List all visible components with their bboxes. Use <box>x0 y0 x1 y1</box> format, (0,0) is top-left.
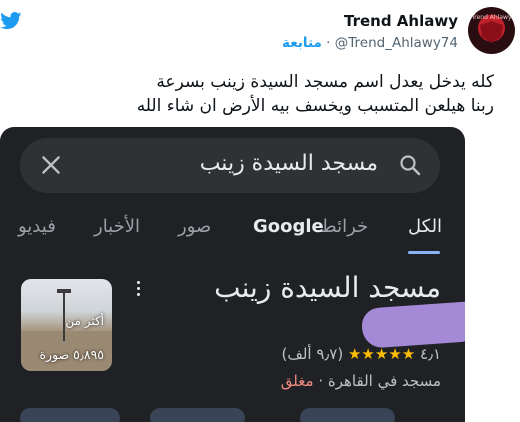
close-icon[interactable] <box>38 152 64 178</box>
action-chip[interactable] <box>300 408 395 422</box>
censor-blur <box>360 301 465 349</box>
tab-all[interactable]: الكل <box>408 216 442 237</box>
place-title[interactable]: مسجد السيدة زينب <box>214 271 441 304</box>
tab-news[interactable]: الأخبار <box>94 216 140 237</box>
place-meta: مسجد في القاهرة · مغلق <box>281 372 441 390</box>
tweet-text-line-2: ربنا هيلعن المتسبب ويخسف بيه الأرض ان شا… <box>136 96 494 116</box>
separator-dot: · <box>326 35 331 51</box>
photo-count: ٥٫٨٩٥ صورة <box>39 347 104 362</box>
tab-maps[interactable]: خرائط <box>320 216 368 237</box>
place-category: مسجد في القاهرة <box>327 372 441 390</box>
author-handle[interactable]: @Trend_Ahlawy74 <box>335 35 458 51</box>
author-avatar[interactable]: Trend Ahlawy <box>468 7 515 54</box>
tab-google[interactable]: Google <box>253 216 324 237</box>
place-photo[interactable]: أكثر من ٥٫٨٩٥ صورة <box>21 279 112 371</box>
action-chip[interactable] <box>150 408 245 422</box>
handle-row: متابعة · @Trend_Ahlawy74 <box>282 35 458 51</box>
search-icon[interactable] <box>398 153 422 177</box>
follow-link[interactable]: متابعة <box>282 35 322 51</box>
search-query[interactable]: مسجد السيدة زينب <box>200 151 378 176</box>
shield-icon <box>480 21 503 43</box>
tweet-text: كله يدخل يعدل اسم مسجد السيدة زينب بسرعة… <box>24 70 494 118</box>
photo-caption-top: أكثر من <box>65 314 104 328</box>
more-options-icon[interactable] <box>136 281 142 299</box>
review-count[interactable]: (٩٫٧ ألف) <box>281 345 343 363</box>
tweet-text-line-1: كله يدخل يعدل اسم مسجد السيدة زينب بسرعة <box>156 72 494 92</box>
place-rating: ٤٫١ ★★★★★ (٩٫٧ ألف) <box>281 345 441 363</box>
tab-videos[interactable]: فيديو <box>18 216 56 237</box>
author-name[interactable]: Trend Ahlawy <box>344 12 458 30</box>
result-tabs: الكل خرائط Google صور الأخبار فيديو <box>0 213 465 254</box>
search-bar[interactable]: مسجد السيدة زينب <box>20 138 440 193</box>
active-tab-underline <box>408 251 440 254</box>
action-chip[interactable] <box>20 408 120 422</box>
avatar-logo-text: Trend Ahlawy <box>471 14 512 21</box>
open-status: مغلق <box>280 372 314 390</box>
star-rating-icon: ★★★★★ <box>347 345 416 363</box>
rating-value: ٤٫١ <box>420 345 441 363</box>
meta-dot: · <box>318 372 324 390</box>
twitter-bird-icon <box>0 12 22 30</box>
tweet-image[interactable]: مسجد السيدة زينب الكل خرائط Google صور ا… <box>0 127 465 422</box>
tab-images[interactable]: صور <box>178 216 211 237</box>
